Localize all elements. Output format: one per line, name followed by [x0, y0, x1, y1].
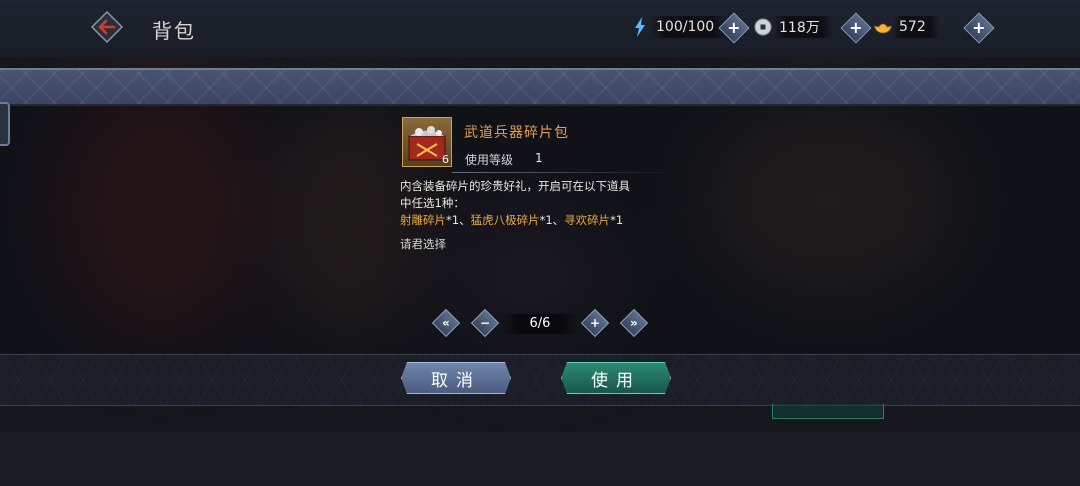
bottom-strip [0, 432, 1080, 486]
coin-icon [753, 17, 773, 37]
coin-resource: 118万 [753, 14, 834, 40]
description-line: 内含装备碎片的珍贵好礼，开启可在以下道具 [400, 179, 630, 193]
side-tab[interactable] [0, 102, 10, 146]
add-coin-button[interactable]: + [840, 12, 872, 44]
use-button[interactable]: 使用 [561, 362, 671, 394]
option-name: 寻欢碎片 [564, 213, 611, 227]
gold-resource: 572 [873, 14, 940, 40]
item-icon-frame: 6 [402, 117, 452, 167]
coin-value: 118万 [773, 16, 834, 38]
page-title: 背包 [152, 19, 196, 43]
dialog-footer-band [0, 354, 1080, 406]
option-qty: *1 [539, 213, 553, 227]
energy-value: 100/100 [650, 16, 729, 38]
separator: 、 [552, 213, 565, 227]
add-gold-button[interactable]: + [963, 12, 995, 44]
option-name: 射雕碎片 [400, 213, 446, 227]
option-qty: *1 [610, 213, 624, 227]
option-qty: *1 [446, 213, 460, 227]
use-level-value: 1 [535, 151, 543, 165]
description-line: 中任选1种： [400, 196, 465, 210]
item-name: 武道兵器碎片包 [464, 125, 569, 141]
energy-resource: 100/100 [630, 14, 729, 40]
energy-bolt-icon [630, 17, 650, 37]
choose-prompt: 请君选择 [400, 237, 446, 251]
item-description: 内含装备碎片的珍贵好礼，开启可在以下道具 中任选1种： 射雕碎片*1、猛虎八极碎… [400, 178, 680, 229]
option-name: 猛虎八极碎片 [470, 213, 540, 227]
back-arrow-icon [90, 10, 124, 44]
cancel-button[interactable]: 取消 [401, 362, 511, 394]
top-bar: 背包 100/100 + 118万 + 572 + [0, 0, 1080, 58]
item-count: 6 [442, 153, 449, 166]
dialog-header-band [0, 68, 1080, 106]
gold-ingot-icon [873, 17, 893, 37]
reward-options: 射雕碎片*1、猛虎八极碎片*1、寻欢碎片*1 [400, 212, 680, 229]
use-level-label: 使用等级 [465, 153, 514, 167]
divider [452, 172, 678, 173]
back-button[interactable] [90, 10, 124, 44]
gold-value: 572 [893, 16, 940, 38]
background-button [772, 404, 884, 419]
quantity-display: 6/6 [500, 314, 580, 334]
separator: 、 [459, 213, 471, 227]
